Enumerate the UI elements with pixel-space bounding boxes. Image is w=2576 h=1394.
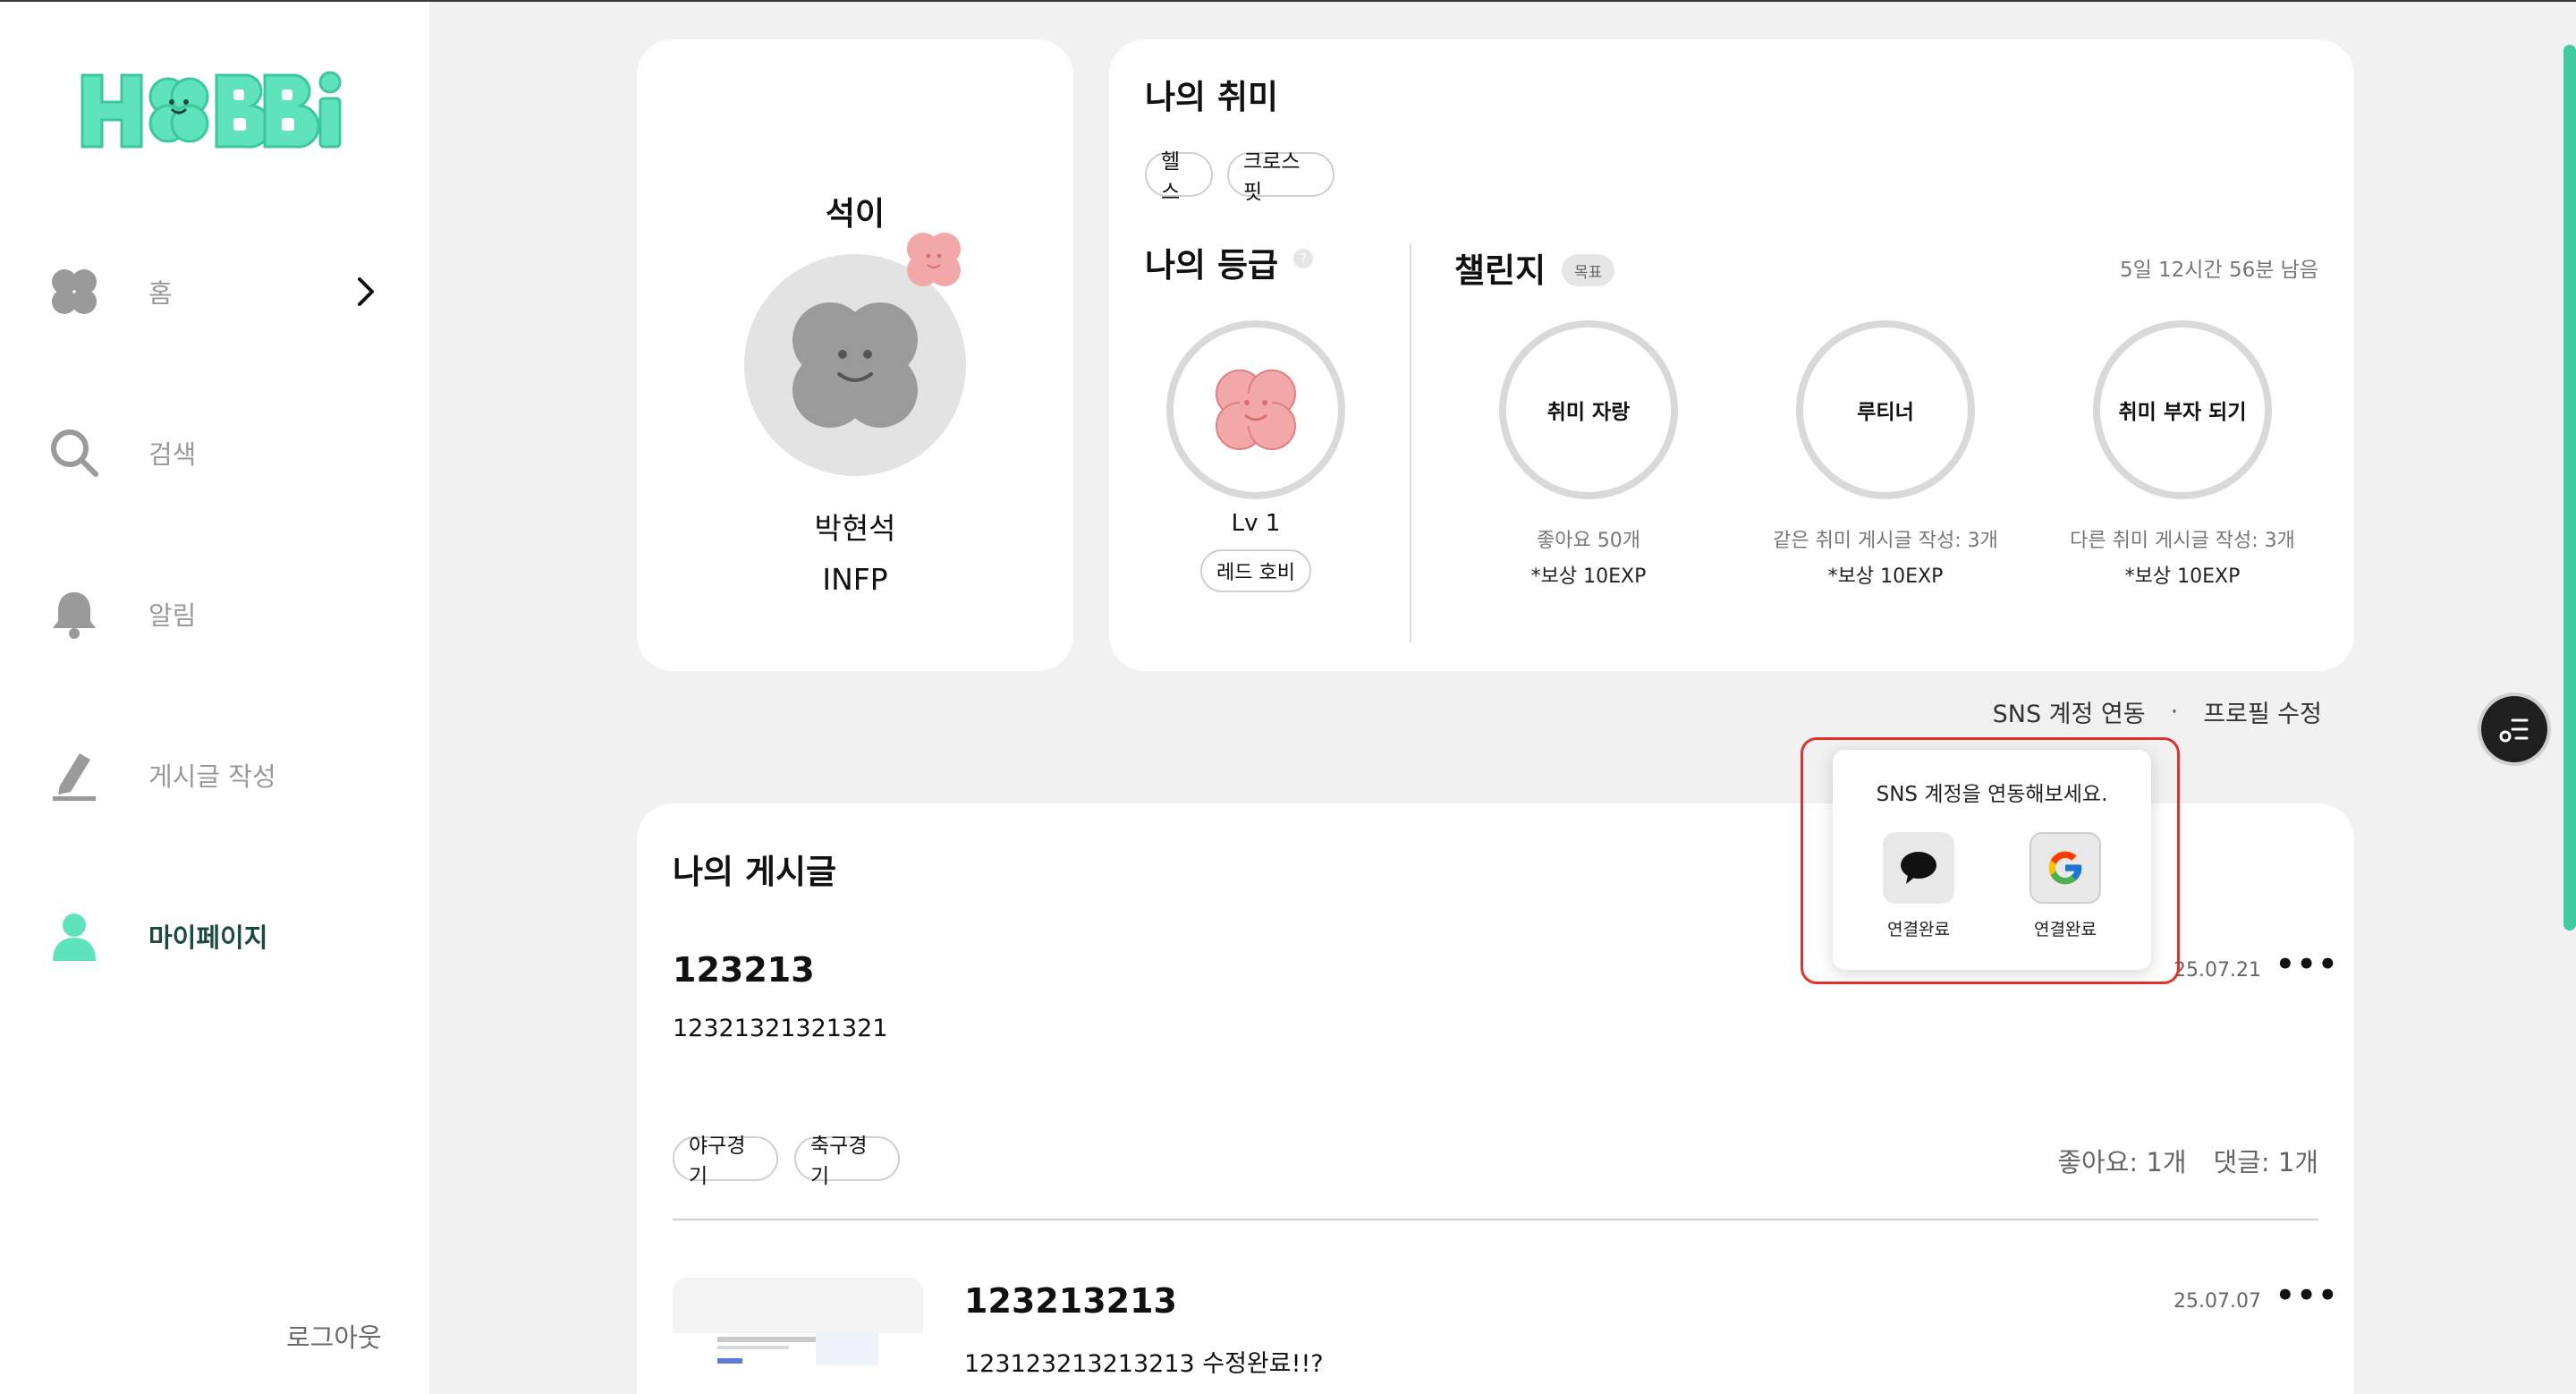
sidebar-item-search[interactable]: 검색	[45, 417, 394, 489]
hobby-tag[interactable]: 크로스핏	[1227, 150, 1335, 204]
profile-mbti: INFP	[822, 562, 888, 597]
hobby-grade-challenge-card: 나의 취미 헬스 크로스핏 나의 등급 ? Lv 1 레드 호비 챌린지 목표 …	[1109, 39, 2354, 671]
sidebar-item-mypage[interactable]: 마이페이지	[45, 900, 394, 972]
chevron-right-icon[interactable]	[345, 272, 385, 311]
post-body: 12321321321321	[673, 1015, 888, 1042]
challenge-reward: *보상 10EXP	[1530, 565, 1647, 588]
challenge-ring[interactable]: 취미 부자 되기	[2093, 320, 2272, 499]
post-body: 123123213213213 수정완료!!?	[964, 1350, 1324, 1378]
sidebar-item-label: 마이페이지	[148, 922, 268, 953]
clover-icon	[45, 262, 104, 321]
post-thumbnail[interactable]	[673, 1278, 923, 1394]
hobbi-logo[interactable]	[79, 66, 352, 156]
sidebar: 홈 검색 알림 게시글 작성 마이페이지 로그아웃	[0, 2, 429, 1394]
post-divider	[673, 1219, 2318, 1220]
thumbnail-screenshot-image	[673, 1333, 923, 1394]
post-likes: 좋아요: 1개	[2057, 1147, 2187, 1177]
sidebar-item-label: 검색	[148, 439, 197, 470]
hobby-tag[interactable]: 헬스	[1145, 150, 1213, 204]
sidebar-item-write-post[interactable]: 게시글 작성	[45, 739, 394, 811]
challenge-desc: 같은 취미 게시글 작성: 3개	[1773, 530, 1998, 552]
challenge-desc: 좋아요 50개	[1537, 530, 1640, 552]
post-title[interactable]: 123213213	[964, 1281, 1177, 1321]
challenge-reward: *보상 10EXP	[1827, 565, 1944, 588]
grade-level: Lv 1	[1231, 510, 1281, 537]
profile-name: 박현석	[814, 511, 896, 546]
profile-nickname: 석이	[825, 196, 886, 233]
post-comments: 댓글: 1개	[2213, 1147, 2318, 1177]
sidebar-item-home[interactable]: 홈	[45, 256, 394, 327]
red-hobby-flower-icon	[1216, 370, 1296, 450]
sns-popup-message: SNS 계정을 연동해보세요.	[1876, 783, 2108, 806]
logout-button[interactable]: 로그아웃	[286, 1317, 382, 1355]
post-title[interactable]: 123213	[673, 950, 815, 990]
flower-badge-icon	[894, 220, 973, 299]
post-date: 25.07.07	[2174, 1290, 2261, 1313]
post-tag[interactable]: 축구경기	[794, 1135, 900, 1188]
my-grade-title: 나의 등급	[1145, 246, 1279, 285]
grade-name-badge: 레드 호비	[1200, 549, 1311, 592]
link-separator: ·	[2170, 698, 2179, 726]
section-divider	[1410, 243, 1411, 642]
goal-badge: 목표	[1562, 254, 1615, 286]
google-connect-label: 연결완료	[2034, 920, 2097, 939]
user-icon	[45, 906, 104, 965]
search-icon	[45, 423, 104, 482]
edit-profile-button[interactable]: 프로필 수정	[2203, 694, 2322, 729]
kakao-chat-icon	[1901, 852, 1936, 884]
sidebar-item-notifications[interactable]: 알림	[45, 578, 394, 650]
profile-card: 석이 박현석 INFP	[637, 39, 1073, 671]
challenge-ring[interactable]: 취미 자랑	[1499, 320, 1678, 499]
more-options-button[interactable]: •••	[2275, 1278, 2339, 1313]
post-stats: 좋아요: 1개 댓글: 1개	[2057, 1142, 2318, 1179]
scrollbar-thumb[interactable]	[2563, 45, 2576, 931]
floating-menu-button[interactable]	[2481, 696, 2547, 762]
kakao-connect-button[interactable]	[1883, 832, 1954, 904]
challenge-reward: *보상 10EXP	[2124, 565, 2241, 588]
pencil-icon	[45, 745, 104, 804]
sidebar-item-label: 홈	[148, 278, 173, 309]
kakao-connect-label: 연결완료	[1887, 920, 1950, 939]
sidebar-item-label: 게시글 작성	[148, 761, 276, 792]
more-options-button[interactable]: •••	[2275, 947, 2339, 982]
challenge-ring[interactable]: 루티너	[1796, 320, 1975, 499]
sns-connect-popup: SNS 계정을 연동해보세요. 연결완료 연결완료	[1833, 750, 2151, 970]
bell-icon	[45, 584, 104, 643]
challenge-title: 챌린지	[1454, 251, 1546, 290]
post-tag[interactable]: 야구경기	[673, 1135, 778, 1188]
sidebar-item-label: 알림	[148, 600, 197, 631]
grade-ring	[1166, 320, 1345, 499]
google-connect-button[interactable]	[2029, 832, 2101, 904]
profile-links: SNS 계정 연동 · 프로필 수정	[1993, 694, 2322, 729]
help-icon[interactable]: ?	[1293, 249, 1313, 268]
post-date: 25.07.21	[2174, 959, 2261, 982]
sns-link-button[interactable]: SNS 계정 연동	[1993, 694, 2146, 729]
my-posts-title: 나의 게시글	[673, 853, 837, 891]
my-hobbies-title: 나의 취미	[1145, 78, 1279, 116]
list-settings-icon	[2499, 718, 2529, 743]
challenge-remaining-time: 5일 12시간 56분 남음	[2119, 259, 2318, 282]
challenge-desc: 다른 취미 게시글 작성: 3개	[2070, 530, 2295, 552]
google-g-icon	[2048, 851, 2082, 885]
